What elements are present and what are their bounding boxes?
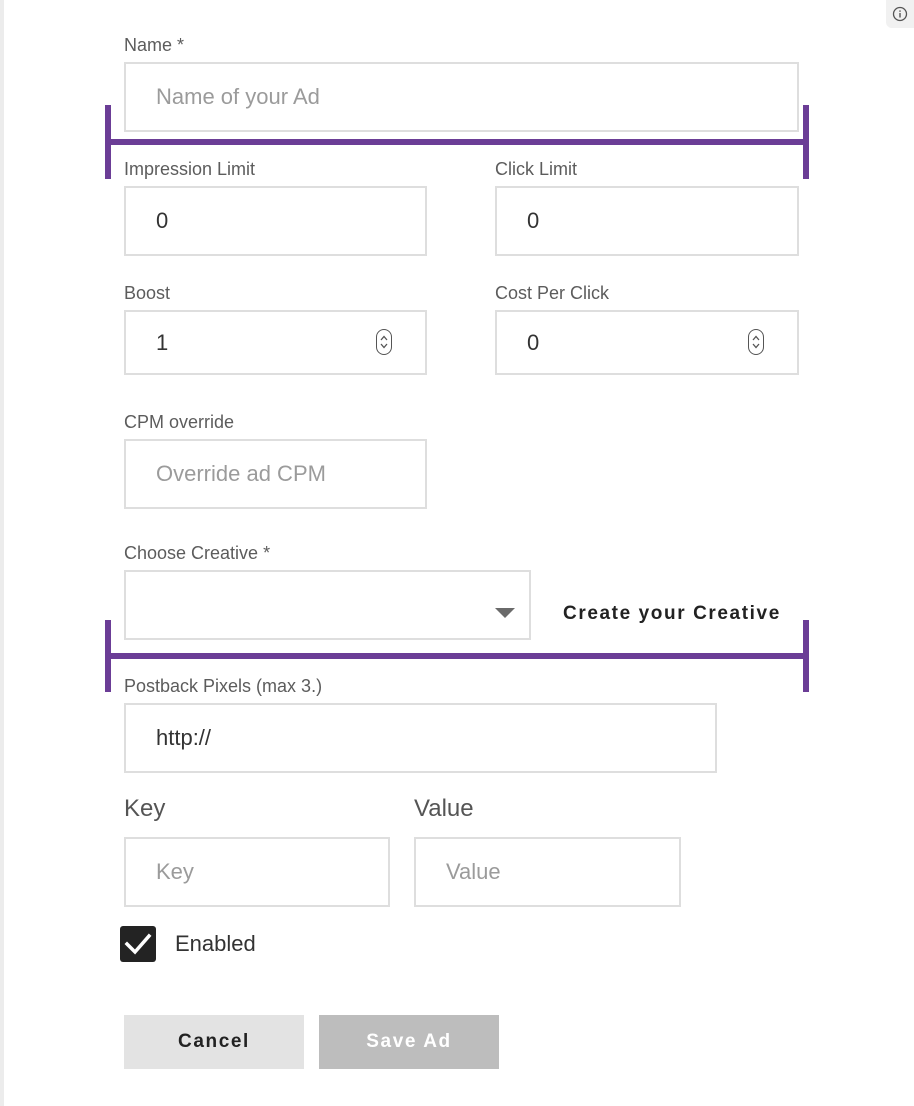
impression-limit-input[interactable] — [124, 186, 427, 256]
checkmark-icon — [124, 933, 152, 955]
name-label: Name * — [124, 35, 185, 55]
info-icon — [892, 6, 908, 22]
key-input[interactable] — [124, 837, 390, 907]
left-border — [0, 0, 4, 1106]
postback-pixels-label: Postback Pixels (max 3.) — [124, 676, 323, 696]
enabled-label: Enabled — [175, 931, 256, 956]
cost-per-click-label: Cost Per Click — [495, 283, 610, 303]
save-ad-button[interactable]: Save Ad — [319, 1015, 499, 1069]
postback-pixel-input[interactable] — [124, 703, 717, 773]
enabled-checkbox[interactable] — [120, 926, 156, 962]
cpm-override-label: CPM override — [124, 412, 235, 432]
info-button[interactable] — [886, 0, 914, 28]
value-input[interactable] — [414, 837, 681, 907]
boost-label: Boost — [124, 283, 171, 303]
impression-limit-label: Impression Limit — [124, 159, 256, 179]
cancel-button[interactable]: Cancel — [124, 1015, 304, 1069]
cpm-override-input[interactable] — [124, 439, 427, 509]
click-limit-label: Click Limit — [495, 159, 578, 179]
cost-per-click-spinner-icon[interactable] — [748, 329, 764, 355]
click-limit-input[interactable] — [495, 186, 799, 256]
choose-creative-label: Choose Creative * — [124, 543, 271, 563]
value-label: Value — [414, 795, 474, 822]
boost-spinner-icon[interactable] — [376, 329, 392, 355]
chevron-down-icon — [495, 608, 515, 618]
key-label: Key — [124, 795, 166, 822]
